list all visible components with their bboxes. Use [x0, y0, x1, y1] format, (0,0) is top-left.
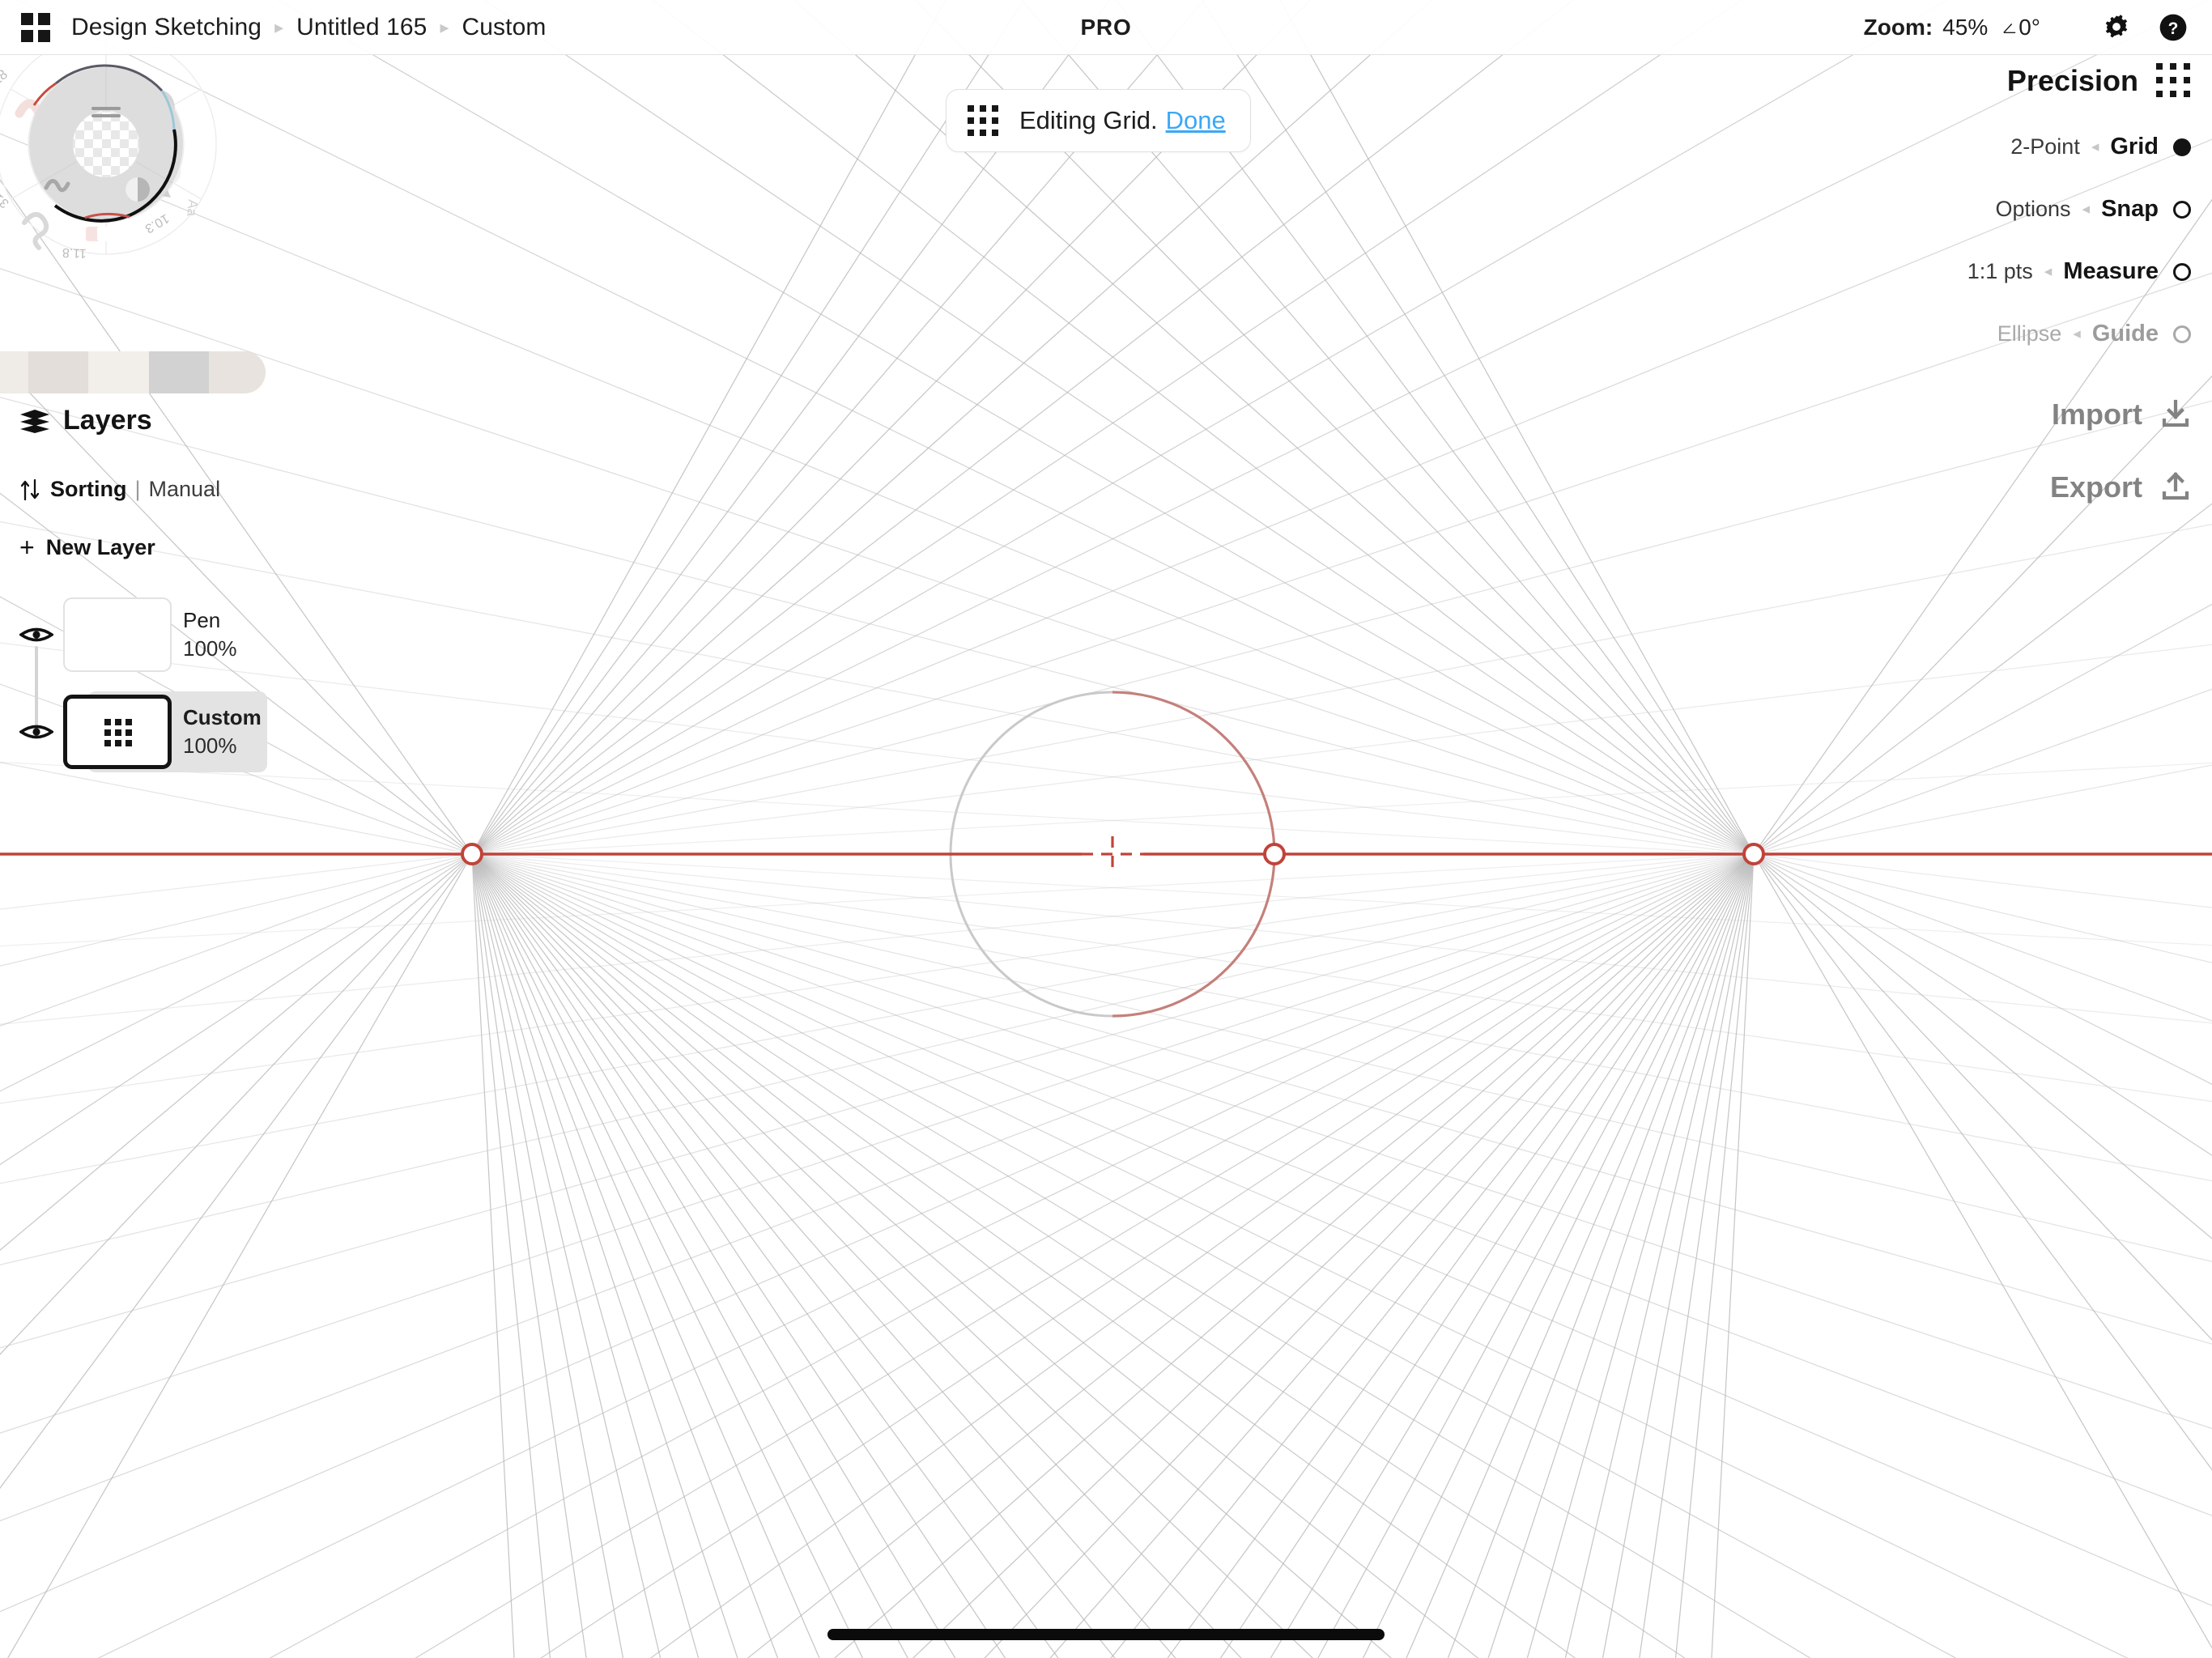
palette-swatch-5[interactable]: [209, 351, 266, 393]
breadcrumb-layer[interactable]: Custom: [462, 14, 546, 41]
palette-swatch-3[interactable]: [88, 351, 149, 393]
zoom-value[interactable]: 45%: [1942, 15, 1988, 40]
precision-measure-scale[interactable]: 1:1 pts: [1967, 259, 2033, 284]
chevron-left-icon: ◂: [2073, 326, 2081, 342]
apps-grid-icon[interactable]: [21, 13, 50, 42]
svg-text:?: ?: [2168, 19, 2179, 38]
layer-thumbnail[interactable]: [63, 695, 172, 769]
sorting-value[interactable]: Manual: [149, 477, 221, 502]
precision-row-measure[interactable]: 1:1 pts ◂ Measure: [1851, 258, 2191, 285]
zoom-label: Zoom:: [1864, 15, 1933, 40]
layer-thumbnail[interactable]: [63, 597, 172, 672]
sort-updown-icon: [19, 478, 40, 501]
topbar-right: Zoom: 45% 0° ?: [1864, 0, 2191, 55]
export-label: Export: [2050, 470, 2142, 504]
grid-dots-icon: [968, 105, 998, 136]
precision-measure-toggle[interactable]: [2173, 263, 2191, 281]
station-point-handle[interactable]: [1265, 844, 1284, 864]
upload-tray-icon: [2160, 472, 2191, 503]
editing-grid-toast: Editing Grid. Done: [946, 89, 1251, 152]
download-tray-icon: [2160, 399, 2191, 430]
wheel-label-118: 11.8: [62, 245, 87, 260]
new-layer-label: New Layer: [46, 535, 155, 560]
palette-swatch-4[interactable]: [149, 351, 210, 393]
angle-icon: [2002, 20, 2017, 35]
precision-header[interactable]: Precision: [1851, 63, 2191, 98]
precision-snap-toggle[interactable]: [2173, 201, 2191, 219]
eye-icon[interactable]: [19, 623, 53, 646]
import-label: Import: [2052, 397, 2142, 432]
grid-dots-icon: [104, 719, 131, 746]
layer-list: Pen 100% Custom 100%: [0, 588, 291, 779]
precision-snap-options[interactable]: Options: [1995, 197, 2070, 222]
palette-swatch-1[interactable]: [0, 351, 28, 393]
topbar-left: Design Sketching ▸ Untitled 165 ▸ Custom: [0, 13, 546, 42]
layer-opacity: 100%: [183, 635, 237, 663]
layers-panel: Layers Sorting | Manual + New Layer: [0, 405, 291, 779]
precision-guide-shape[interactable]: Ellipse: [1997, 321, 2062, 346]
layer-meta: Pen 100%: [172, 606, 252, 663]
toast-done-link[interactable]: Done: [1166, 106, 1226, 135]
layers-header[interactable]: Layers: [0, 405, 291, 436]
toast-message: Editing Grid.: [1019, 106, 1158, 135]
chevron-left-icon: ◂: [2091, 139, 2099, 155]
list-item[interactable]: Pen 100%: [0, 588, 291, 682]
wheel-label-103: 10.3: [143, 211, 172, 236]
precision-guide-label: Guide: [2092, 321, 2159, 347]
sorting-label: Sorting: [50, 477, 127, 502]
chevron-left-icon: ◂: [2082, 202, 2091, 217]
app-root: Aa 5.28 3.23 31.3 11.8 10.3: [0, 0, 2212, 1658]
layer-name: Custom: [183, 704, 262, 732]
precision-grid-mode[interactable]: 2-Point: [2010, 134, 2080, 159]
import-button[interactable]: Import: [1851, 397, 2191, 432]
home-indicator-bar: [827, 1629, 1385, 1640]
pro-badge: PRO: [1080, 15, 1131, 40]
layer-meta: Custom 100%: [172, 704, 276, 760]
export-button[interactable]: Export: [1851, 470, 2191, 504]
sorting-control[interactable]: Sorting | Manual: [0, 477, 291, 502]
horizon-line-group[interactable]: [0, 836, 2212, 872]
help-icon[interactable]: ?: [2155, 10, 2191, 45]
transparency-checker-icon[interactable]: [73, 111, 139, 177]
breadcrumb-document[interactable]: Untitled 165: [296, 14, 427, 41]
palette-swatch-2[interactable]: [28, 351, 89, 393]
plus-icon: +: [19, 534, 35, 560]
layer-name: Pen: [183, 606, 237, 635]
svg-text:Aa: Aa: [184, 199, 201, 218]
precision-row-grid[interactable]: 2-Point ◂ Grid: [1851, 134, 2191, 160]
precision-grid-label: Grid: [2110, 134, 2159, 160]
layers-title: Layers: [63, 405, 152, 436]
color-palette-bar[interactable]: [0, 351, 266, 393]
left-vanishing-point[interactable]: [462, 844, 482, 864]
eye-icon[interactable]: [19, 721, 53, 743]
chevron-left-icon: ◂: [2044, 264, 2052, 279]
grid-dots-icon[interactable]: [2156, 63, 2191, 98]
tool-wheel[interactable]: Aa 5.28 3.23 31.3 11.8 10.3: [0, 32, 308, 348]
gear-icon[interactable]: [2099, 10, 2134, 45]
precision-measure-label: Measure: [2063, 258, 2159, 285]
layer-opacity: 100%: [183, 732, 262, 760]
precision-panel: Precision 2-Point ◂ Grid Options ◂ Snap …: [1851, 63, 2191, 504]
list-item[interactable]: Custom 100%: [0, 685, 291, 779]
precision-row-guide[interactable]: Ellipse ◂ Guide: [1851, 321, 2191, 347]
new-layer-button[interactable]: + New Layer: [0, 534, 291, 560]
sorting-divider: |: [135, 477, 141, 502]
precision-row-snap[interactable]: Options ◂ Snap: [1851, 196, 2191, 223]
right-vanishing-point[interactable]: [1744, 844, 1763, 864]
layers-stack-icon: [19, 409, 50, 433]
breadcrumb-app[interactable]: Design Sketching: [71, 14, 262, 41]
precision-snap-label: Snap: [2101, 196, 2159, 223]
precision-guide-toggle[interactable]: [2173, 325, 2191, 343]
breadcrumb-separator-icon: ▸: [440, 17, 449, 38]
breadcrumb-separator-icon: ▸: [274, 17, 283, 38]
top-bar: Design Sketching ▸ Untitled 165 ▸ Custom…: [0, 0, 2212, 55]
precision-title: Precision: [2007, 64, 2138, 98]
angle-value: 0°: [2018, 15, 2040, 40]
precision-grid-toggle[interactable]: [2173, 138, 2191, 156]
canvas-angle[interactable]: 0°: [2002, 15, 2040, 40]
